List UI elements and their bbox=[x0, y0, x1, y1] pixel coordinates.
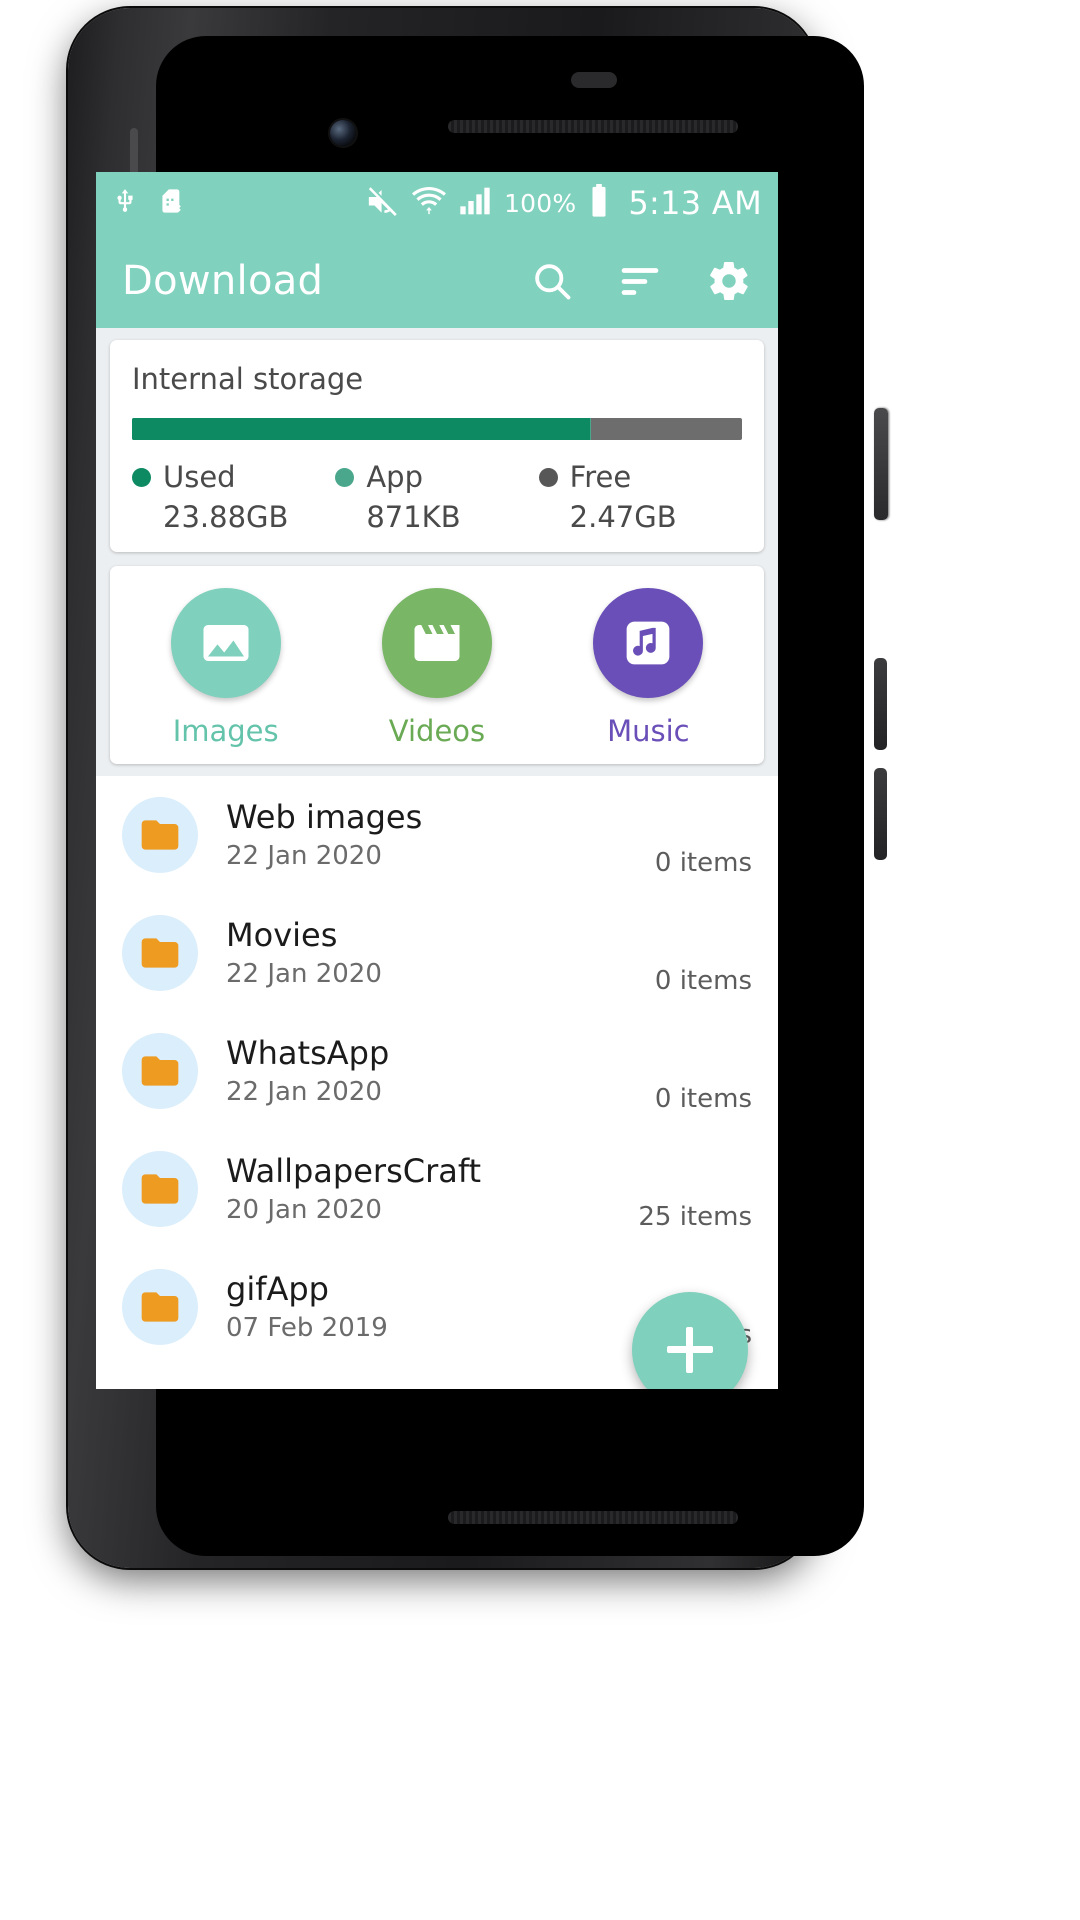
storage-legend: Used 23.88GB App 871KB Free 2.47GB bbox=[132, 460, 742, 534]
legend-value-app: 871KB bbox=[366, 500, 461, 534]
bottom-speaker bbox=[448, 1511, 738, 1524]
file-meta: WhatsApp 22 Jan 2020 bbox=[226, 1034, 655, 1107]
category-images[interactable]: Images bbox=[120, 588, 331, 748]
file-name: Web images bbox=[226, 798, 423, 837]
file-item-count: 0 items bbox=[654, 1084, 752, 1114]
battery-percent-label: 100% bbox=[504, 188, 577, 218]
plus-icon bbox=[667, 1327, 713, 1373]
file-name: gifApp bbox=[226, 1270, 329, 1309]
folder-icon bbox=[122, 915, 198, 991]
table-row[interactable]: Movies 22 Jan 2020 0 items bbox=[96, 894, 778, 1012]
cellular-signal-icon bbox=[458, 185, 492, 221]
status-bar-left-icons bbox=[112, 186, 184, 220]
mute-icon bbox=[366, 184, 400, 222]
file-date: 22 Jan 2020 bbox=[226, 958, 382, 989]
wifi-icon bbox=[412, 184, 447, 222]
music-circle bbox=[593, 588, 704, 698]
legend-value-free: 2.47GB bbox=[569, 500, 677, 534]
category-music[interactable]: Music bbox=[543, 588, 754, 748]
file-name: Movies bbox=[226, 916, 338, 955]
table-row[interactable]: Web images 22 Jan 2020 0 items bbox=[96, 776, 778, 894]
file-list[interactable]: Web images 22 Jan 2020 0 items Movies 22… bbox=[96, 776, 778, 1389]
app-bar-actions bbox=[530, 258, 752, 304]
storage-usage-bar bbox=[132, 418, 742, 440]
legend-label-used: Used bbox=[163, 460, 236, 494]
settings-gear-icon[interactable] bbox=[706, 258, 752, 304]
file-meta: Web images 22 Jan 2020 bbox=[226, 798, 655, 871]
file-meta: Movies 22 Jan 2020 bbox=[226, 916, 655, 989]
legend-dot-used bbox=[132, 467, 151, 487]
category-shortcuts-card: Images Videos Music bbox=[110, 566, 764, 764]
volume-down-button[interactable] bbox=[874, 768, 887, 860]
storage-bar-app-segment bbox=[589, 418, 591, 440]
folder-icon bbox=[122, 797, 198, 873]
file-name: WallpapersCraft bbox=[226, 1152, 482, 1191]
legend-label-free: Free bbox=[569, 460, 632, 494]
battery-full-icon bbox=[588, 184, 610, 222]
volume-up-button[interactable] bbox=[874, 658, 887, 750]
app-bar: Download bbox=[96, 234, 778, 328]
file-item-count: 25 items bbox=[638, 1202, 752, 1232]
power-button[interactable] bbox=[874, 408, 888, 520]
storage-bar-used-segment bbox=[132, 418, 590, 440]
file-date: 20 Jan 2020 bbox=[226, 1194, 382, 1225]
earpiece-speaker bbox=[448, 120, 738, 133]
category-videos[interactable]: Videos bbox=[331, 588, 542, 748]
file-item-count: 0 items bbox=[654, 848, 752, 878]
file-meta: WallpapersCraft 20 Jan 2020 bbox=[226, 1152, 638, 1225]
folder-icon bbox=[122, 1033, 198, 1109]
file-meta: gifApp 07 Feb 2019 bbox=[226, 1270, 638, 1343]
search-icon[interactable] bbox=[530, 259, 574, 303]
videos-circle bbox=[381, 588, 492, 698]
phone-screen: 100% 5:13 AM Download Internal storage U… bbox=[96, 172, 778, 1389]
status-bar-right-icons: 100% 5:13 AM bbox=[366, 184, 762, 222]
status-bar-clock: 5:13 AM bbox=[628, 184, 762, 222]
movie-clapper-icon bbox=[414, 625, 460, 661]
sort-icon[interactable] bbox=[618, 259, 662, 303]
category-label-music: Music bbox=[607, 714, 690, 748]
legend-dot-app bbox=[335, 467, 355, 487]
file-date: 22 Jan 2020 bbox=[226, 840, 382, 871]
proximity-sensor bbox=[571, 72, 617, 88]
legend-value-used: 23.88GB bbox=[163, 500, 289, 534]
file-date: 22 Jan 2020 bbox=[226, 1076, 382, 1107]
storage-card-title: Internal storage bbox=[132, 362, 364, 396]
sim-card-error-icon bbox=[156, 186, 184, 220]
usb-icon bbox=[112, 186, 138, 220]
storage-legend-item-app: App 871KB bbox=[335, 460, 538, 534]
music-note-icon bbox=[626, 621, 670, 665]
folder-icon bbox=[122, 1269, 198, 1345]
image-icon bbox=[203, 625, 249, 661]
folder-icon bbox=[122, 1151, 198, 1227]
storage-legend-item-free: Free 2.47GB bbox=[538, 460, 742, 534]
file-item-count: 0 items bbox=[654, 966, 752, 996]
summary-cards: Internal storage Used 23.88GB App 871KB … bbox=[96, 328, 778, 764]
internal-storage-card[interactable]: Internal storage Used 23.88GB App 871KB … bbox=[110, 340, 764, 552]
page-title: Download bbox=[122, 258, 324, 304]
storage-legend-item-used: Used 23.88GB bbox=[132, 460, 335, 534]
status-bar: 100% 5:13 AM bbox=[96, 172, 778, 234]
category-label-images: Images bbox=[172, 714, 279, 748]
images-circle bbox=[170, 588, 281, 698]
front-camera bbox=[330, 120, 356, 146]
category-label-videos: Videos bbox=[388, 714, 486, 748]
file-date: 07 Feb 2019 bbox=[226, 1312, 388, 1343]
table-row[interactable]: WallpapersCraft 20 Jan 2020 25 items bbox=[96, 1130, 778, 1248]
screenshot-stage: 100% 5:13 AM Download Internal storage U… bbox=[0, 0, 1080, 1920]
legend-dot-free bbox=[538, 467, 558, 487]
legend-label-app: App bbox=[366, 460, 423, 494]
file-name: WhatsApp bbox=[226, 1034, 390, 1073]
table-row[interactable]: WhatsApp 22 Jan 2020 0 items bbox=[96, 1012, 778, 1130]
